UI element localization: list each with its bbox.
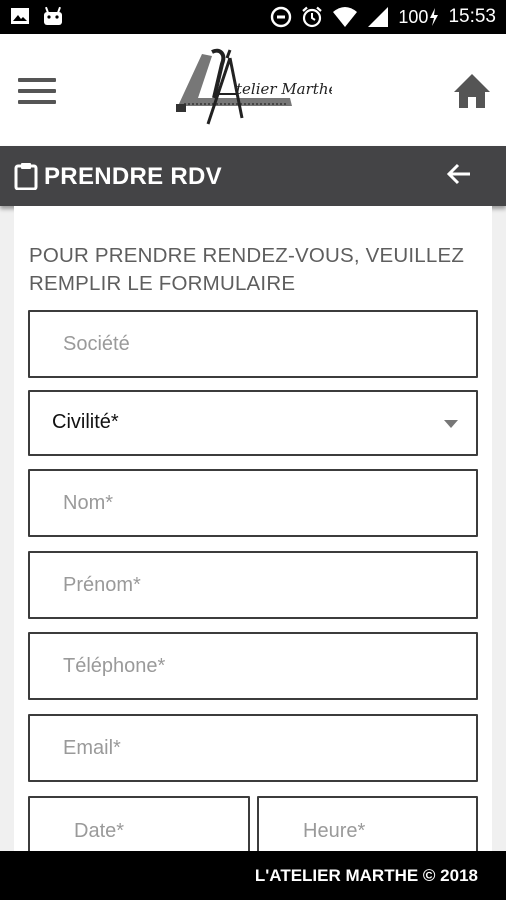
status-bar-left: [10, 6, 64, 26]
prenom-field[interactable]: [28, 551, 478, 619]
arrow-left-icon[interactable]: [446, 162, 472, 186]
societe-input[interactable]: [30, 312, 476, 376]
civilite-value: Civilité*: [52, 411, 119, 433]
email-input[interactable]: [30, 716, 476, 780]
android-icon: [44, 6, 62, 25]
prenom-input[interactable]: [30, 553, 476, 617]
telephone-field[interactable]: [28, 632, 478, 700]
hamburger-menu-icon[interactable]: [18, 78, 56, 106]
nom-input[interactable]: [30, 471, 476, 535]
societe-field[interactable]: [28, 310, 478, 378]
appointment-form: POUR PRENDRE RENDEZ-VOUS, VEUILLEZ REMPL…: [14, 206, 492, 876]
logo-graphic: telier Marthe: [176, 48, 337, 125]
svg-text:telier Marthe: telier Marthe: [236, 80, 332, 98]
telephone-input[interactable]: [30, 634, 476, 698]
wifi-icon: [333, 7, 358, 27]
page-title: PRENDRE RDV: [44, 163, 222, 190]
form-intro: POUR PRENDRE RENDEZ-VOUS, VEUILLEZ REMPL…: [29, 244, 465, 295]
nom-field[interactable]: [28, 469, 478, 537]
data-saver-icon: [271, 6, 292, 28]
app-header: telier Marthe: [0, 34, 506, 146]
clipboard-icon: [14, 163, 38, 190]
battery-level: 100: [398, 6, 429, 27]
status-bar-right: 100 15:53: [270, 0, 496, 34]
copyright-text: L'ATELIER MARTHE © 2018: [254, 866, 478, 885]
home-icon[interactable]: [452, 72, 492, 110]
section-title-bar: PRENDRE RDV: [0, 146, 506, 206]
status-bar: 100 15:53: [0, 0, 506, 34]
chevron-down-icon: [444, 420, 458, 428]
email-field[interactable]: [28, 714, 478, 782]
footer: L'ATELIER MARTHE © 2018: [0, 851, 506, 900]
clock: 15:53: [448, 6, 496, 27]
battery-charging-icon: [430, 8, 439, 26]
alarm-icon: [302, 6, 323, 28]
brand-logo[interactable]: telier Marthe: [172, 48, 337, 126]
signal-icon: [368, 7, 389, 27]
civilite-select[interactable]: Civilité*: [28, 390, 478, 456]
image-icon: [11, 8, 29, 24]
